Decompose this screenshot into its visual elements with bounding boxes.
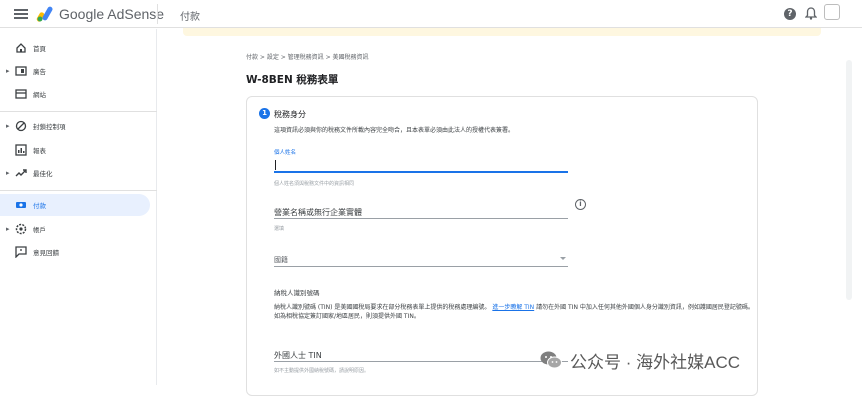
sidebar-divider: [0, 190, 157, 191]
sidebar-item-label: 首頁: [33, 45, 46, 53]
sidebar-item-label: 網站: [33, 91, 46, 99]
sidebar-item-label: 封鎖控制項: [33, 123, 66, 131]
watermark: 公众号 · 海外社媒ACC: [540, 347, 740, 373]
sidebar-item-label: 最佳化: [33, 170, 53, 178]
expand-caret-icon[interactable]: ▸: [6, 122, 10, 130]
name-field-underline: [274, 171, 568, 173]
sidebar-item-optimize[interactable]: ▸ 最佳化: [0, 162, 150, 184]
sidebar-item-feedback[interactable]: 意見回饋: [0, 241, 150, 263]
payments-icon: [16, 202, 26, 208]
sidebar-item-sites[interactable]: 網站: [0, 83, 150, 105]
optimize-icon: [15, 169, 27, 177]
business-field-underline: [274, 218, 568, 219]
scrollbar[interactable]: [846, 60, 852, 300]
tin-desc-text: 納稅人識別號碼 (TIN) 是美國國稅局要求在部分稅務表單上提供的稅務處理編號。: [274, 304, 491, 311]
expand-caret-icon[interactable]: ▸: [6, 67, 10, 75]
foreign-tin-input[interactable]: [274, 348, 568, 360]
notifications-icon[interactable]: [805, 7, 817, 20]
top-app-bar: Google AdSense 付款 ?: [0, 0, 862, 28]
sidebar-item-payments[interactable]: 付款: [0, 194, 150, 216]
wechat-icon: [540, 351, 562, 369]
tin-heading: 納稅人識別號碼: [274, 289, 320, 297]
account-avatar-icon[interactable]: [824, 4, 840, 20]
home-icon: [16, 43, 26, 53]
breadcrumb[interactable]: 付款 > 設定 > 管理稅務資訊 > 美國稅務資訊: [246, 52, 369, 61]
country-field-underline: [274, 266, 568, 267]
business-field-helper: 選填: [274, 226, 285, 232]
sidebar-item-label: 意見回饋: [33, 249, 59, 257]
step-number-badge: 1: [259, 108, 270, 119]
menu-icon[interactable]: [14, 7, 28, 21]
sidebar: 首頁 ▸ 廣告 網站 ▸ 封鎖控制項 報表 ▸ 最佳化 付款 ▸ 帳戶 意見回饋: [0, 29, 157, 385]
name-field-label: 個人姓名: [274, 150, 297, 156]
sidebar-item-blocking-controls[interactable]: ▸ 封鎖控制項: [0, 115, 150, 137]
ads-icon: [15, 66, 27, 76]
brand-name[interactable]: Google AdSense: [59, 6, 164, 22]
text-cursor: [275, 160, 276, 170]
foreign-tin-helper: 如不主動提供外國納稅號碼，請說明原因。: [274, 368, 370, 374]
tin-description: 納稅人識別號碼 (TIN) 是美國國稅局要求在部分稅務表單上提供的稅務處理編號。…: [274, 303, 754, 321]
sites-icon: [15, 89, 27, 99]
watermark-text: 公众号 · 海外社媒ACC: [570, 352, 740, 372]
dropdown-arrow-icon[interactable]: [560, 257, 566, 260]
sidebar-item-label: 廣告: [33, 68, 46, 76]
feedback-icon: [15, 246, 27, 258]
sidebar-divider: [0, 111, 157, 112]
page-title: W-8BEN 稅務表單: [246, 74, 339, 86]
info-icon[interactable]: i: [575, 199, 586, 210]
expand-caret-icon[interactable]: ▸: [6, 169, 10, 177]
sidebar-item-reports[interactable]: 報表: [0, 139, 150, 161]
sidebar-item-account[interactable]: ▸ 帳戶: [0, 218, 150, 240]
section-title: 稅務身分: [274, 110, 306, 119]
notice-banner: [183, 28, 821, 36]
name-field-helper: 個人姓名須與稅務文件中的資訊相同: [274, 181, 355, 187]
sidebar-item-label: 報表: [33, 147, 46, 155]
page-section-title: 付款: [180, 12, 200, 23]
account-settings-icon: [15, 223, 27, 235]
sidebar-item-label: 帳戶: [33, 226, 46, 234]
learn-more-tin-link[interactable]: 進一步瞭解 TIN: [492, 304, 534, 311]
expand-caret-icon[interactable]: ▸: [6, 225, 10, 233]
reports-icon: [15, 144, 27, 156]
sidebar-item-ads[interactable]: ▸ 廣告: [0, 60, 150, 82]
help-icon[interactable]: ?: [784, 8, 796, 20]
business-name-input[interactable]: [274, 205, 568, 217]
country-select[interactable]: [274, 253, 568, 265]
individual-name-input[interactable]: [274, 158, 568, 170]
sidebar-item-label: 付款: [33, 202, 46, 210]
foreign-tin-underline: [274, 361, 568, 362]
topbar-divider: [157, 4, 158, 24]
block-icon: [15, 120, 27, 132]
sidebar-item-home[interactable]: 首頁: [0, 37, 150, 59]
section-description: 這項資訊必須與你的稅務文件所載內容完全吻合，且本表單必須由此法人的授權代表簽署。: [274, 127, 515, 134]
adsense-logo-icon[interactable]: [36, 6, 54, 22]
